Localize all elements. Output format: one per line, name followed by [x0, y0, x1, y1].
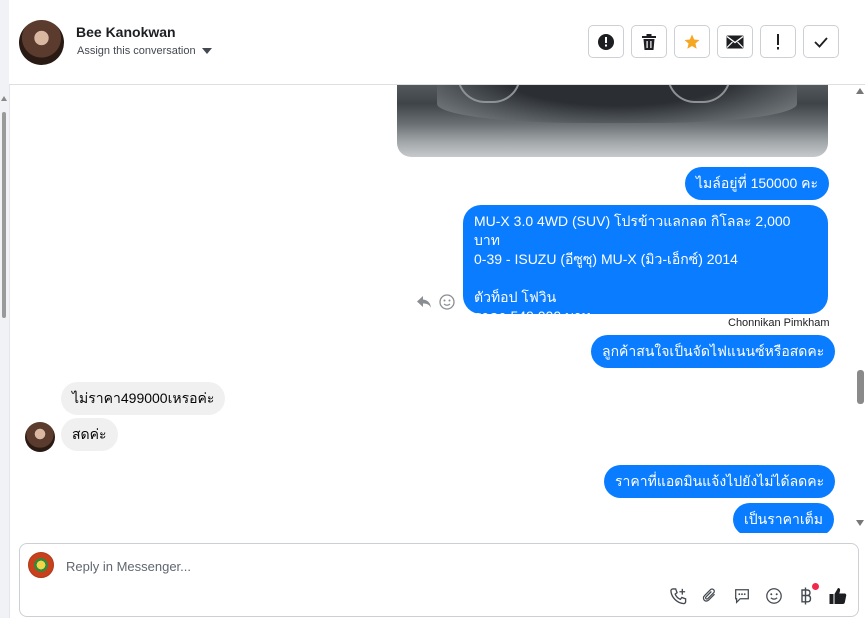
sender-name: Chonnikan Pimkham: [728, 317, 830, 329]
caret-down-icon: [201, 48, 212, 54]
incoming-message[interactable]: ไม่ราคา499000เหรอค่ะ: [61, 382, 226, 415]
trash-icon: [642, 33, 656, 50]
envelope-icon: [726, 35, 744, 48]
like-button[interactable]: [828, 586, 848, 606]
outgoing-message[interactable]: ราคาที่แอดมินแจ้งไปยังไม่ได้ลดคะ: [604, 465, 836, 498]
alert-circle-icon: [598, 33, 614, 50]
conversation-actions: [588, 25, 839, 58]
contact-name[interactable]: Bee Kanokwan: [76, 24, 176, 40]
outgoing-message[interactable]: ไมล์อยู่ที่ 150000 คะ: [685, 167, 830, 200]
scroll-up-arrow-icon[interactable]: [856, 88, 864, 94]
left-scrollbar-thumb[interactable]: [2, 112, 6, 318]
notification-dot: [812, 583, 819, 590]
phone-plus-icon: [669, 587, 686, 604]
done-button[interactable]: [803, 25, 839, 58]
react-emoji-icon[interactable]: [439, 294, 455, 310]
scroll-up-arrow-icon[interactable]: [1, 96, 7, 101]
outgoing-message[interactable]: เป็นราคาเต็ม: [733, 503, 834, 533]
outgoing-message[interactable]: ลูกค้าสนใจเป็นจัดไฟแนนซ์หรือสดคะ: [591, 335, 836, 368]
follow-up-button[interactable]: [760, 25, 796, 58]
thumbs-up-icon: [829, 588, 847, 604]
conversation-header: Bee Kanokwan Assign this conversation: [9, 0, 865, 85]
emoji-button[interactable]: [764, 586, 784, 606]
outgoing-message[interactable]: MU-X 3.0 4WD (SUV) โปรข้าวแลกลด กิโลละ 2…: [463, 205, 828, 324]
contact-avatar[interactable]: [19, 20, 64, 65]
page-avatar: [28, 552, 54, 578]
message-thread[interactable]: ไมล์อยู่ที่ 150000 คะ MU-X 3.0 4WD (SUV)…: [9, 85, 855, 533]
scroll-down-arrow-icon[interactable]: [856, 520, 864, 526]
reply-composer: [19, 543, 859, 617]
assign-conversation-dropdown[interactable]: Assign this conversation: [77, 45, 212, 57]
star-button[interactable]: [674, 25, 710, 58]
message-hover-tools: [416, 294, 455, 310]
smiley-icon: [766, 588, 782, 604]
delete-button[interactable]: [631, 25, 667, 58]
spam-button[interactable]: [588, 25, 624, 58]
call-button[interactable]: [668, 586, 688, 606]
check-icon: [814, 36, 828, 48]
contact-avatar-small[interactable]: [25, 422, 55, 452]
mark-unread-button[interactable]: [717, 25, 753, 58]
payment-button[interactable]: [796, 583, 819, 606]
chat-bubble-icon: [735, 589, 749, 604]
star-icon: [684, 34, 700, 49]
exclamation-icon: [777, 33, 779, 49]
reply-icon[interactable]: [416, 295, 432, 309]
assign-label: Assign this conversation: [77, 45, 196, 57]
paperclip-icon: [702, 588, 715, 602]
right-scroll-track[interactable]: [855, 85, 865, 533]
composer-tools: [668, 583, 848, 606]
baht-currency-icon: [801, 587, 812, 605]
shared-photo[interactable]: [397, 85, 828, 157]
attach-button[interactable]: [700, 586, 720, 606]
saved-replies-button[interactable]: [732, 586, 752, 606]
incoming-message[interactable]: สดค่ะ: [61, 418, 118, 451]
right-scrollbar-thumb[interactable]: [857, 370, 864, 404]
reply-input[interactable]: [64, 553, 668, 579]
